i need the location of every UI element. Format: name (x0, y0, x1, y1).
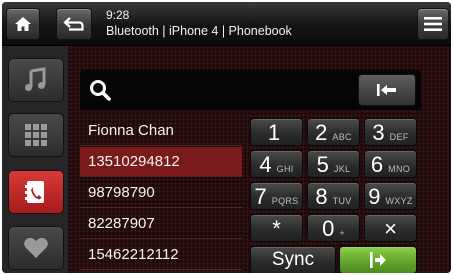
back-arrow-icon (63, 17, 84, 31)
sidebar-item-apps[interactable] (8, 113, 64, 157)
sync-button[interactable]: Sync (250, 246, 336, 273)
key-0[interactable]: 0 + (307, 214, 360, 242)
key-1[interactable]: 1 (250, 118, 303, 146)
list-item[interactable]: 98798790 (80, 178, 242, 208)
key-4[interactable]: 4 GHI (250, 150, 303, 178)
menu-button[interactable] (417, 8, 449, 40)
list-item-selected[interactable]: 13510294812 (80, 147, 242, 177)
key-6[interactable]: 6 MNO (364, 150, 417, 178)
key-star[interactable]: * (250, 214, 303, 242)
heart-icon (24, 237, 48, 258)
app-screen: 9:28 Bluetooth | iPhone 4 | Phonebook Fi… (2, 2, 451, 273)
key-8[interactable]: 8 TUV (307, 182, 360, 210)
list-item[interactable]: Fionna Chan (80, 116, 242, 146)
home-button[interactable] (6, 8, 40, 40)
phonebook-icon (25, 181, 44, 203)
call-button[interactable] (339, 246, 417, 273)
backspace-icon (377, 84, 396, 96)
key-5[interactable]: 5 JKL (307, 150, 360, 178)
sidebar-item-music[interactable] (8, 58, 64, 102)
grid-icon (25, 124, 47, 146)
menu-icon (424, 17, 442, 31)
breadcrumb: Bluetooth | iPhone 4 | Phonebook (106, 24, 292, 38)
search-icon (90, 80, 111, 101)
key-9[interactable]: 9 WXYZ (364, 182, 417, 210)
clock: 9:28 (106, 8, 130, 22)
home-icon (15, 17, 31, 31)
sidebar-item-phone[interactable] (8, 170, 64, 214)
list-item[interactable]: 15462212112 (80, 240, 242, 270)
key-2[interactable]: 2 ABC (307, 118, 360, 146)
search-bar[interactable] (80, 70, 421, 110)
back-button[interactable] (56, 8, 92, 40)
music-note-icon (25, 67, 46, 91)
call-icon (370, 252, 386, 268)
sidebar (2, 46, 68, 273)
header-bar: 9:28 Bluetooth | iPhone 4 | Phonebook (2, 2, 451, 46)
key-7[interactable]: 7 PQRS (250, 182, 303, 210)
delete-button[interactable]: × (364, 214, 417, 242)
backspace-button[interactable] (358, 74, 416, 106)
list-item[interactable]: 82287907 (80, 209, 242, 239)
key-3[interactable]: 3 DEF (364, 118, 417, 146)
sidebar-item-favorites[interactable] (8, 226, 64, 270)
